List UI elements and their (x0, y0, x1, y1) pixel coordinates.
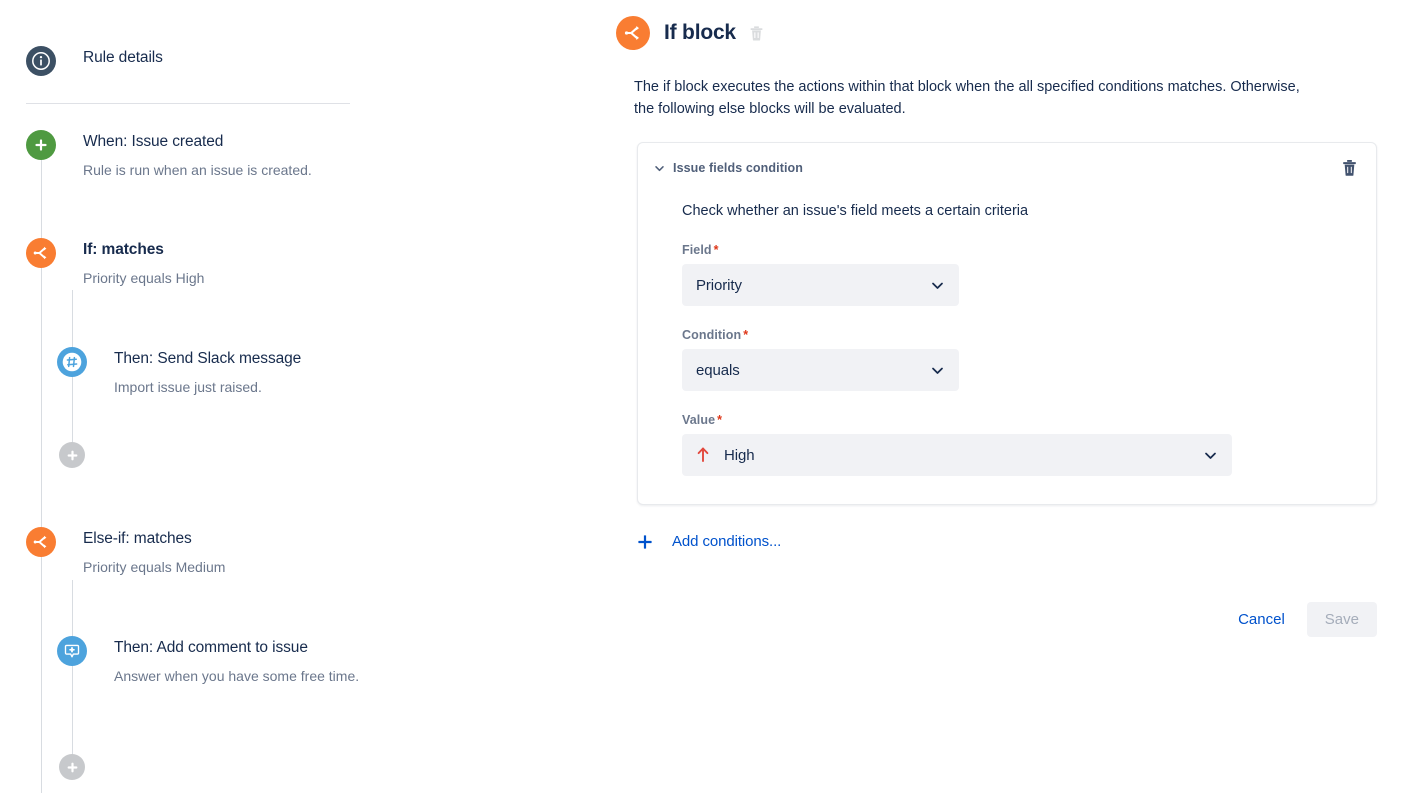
field-label-text: Field (682, 243, 712, 257)
tree-step-description: Answer when you have some free time. (114, 666, 359, 686)
add-conditions-button[interactable]: Add conditions... (637, 533, 781, 550)
plus-icon (637, 534, 653, 550)
tree-step-comment[interactable]: Then: Add comment to issue Answer when y… (57, 636, 359, 686)
cancel-button[interactable]: Cancel (1228, 603, 1295, 636)
tree-step-description: Priority equals High (83, 268, 204, 288)
tree-step-title: Then: Send Slack message (114, 349, 301, 369)
footer-actions: Cancel Save (1228, 602, 1377, 637)
add-step-button-2[interactable] (59, 754, 85, 780)
field-form-group: Field* Priority (682, 243, 1332, 306)
block-header: If block (616, 16, 765, 50)
branch-orange-icon (616, 16, 650, 50)
condition-card-label: Issue fields condition (673, 161, 803, 175)
tree-divider (26, 103, 350, 104)
field-select[interactable]: Priority (682, 264, 959, 306)
condition-label-text: Condition (682, 328, 741, 342)
rule-details-item[interactable]: Rule details (26, 46, 163, 76)
tree-step-if[interactable]: If: matches Priority equals High (26, 238, 204, 288)
chevron-down-icon (930, 363, 946, 378)
condition-card-body: Check whether an issue's field meets a c… (638, 201, 1376, 476)
required-asterisk: * (714, 243, 719, 257)
required-asterisk: * (717, 413, 722, 427)
branch-orange-icon (26, 238, 56, 268)
priority-high-arrow-icon (696, 447, 712, 463)
save-button[interactable]: Save (1307, 602, 1377, 637)
add-step-icon (59, 754, 85, 780)
condition-card-header: Issue fields condition (638, 157, 1376, 179)
tree-step-slack[interactable]: Then: Send Slack message Import issue ju… (57, 347, 301, 397)
value-label-text: Value (682, 413, 715, 427)
add-conditions-label: Add conditions... (672, 533, 781, 550)
condition-select[interactable]: equals (682, 349, 959, 391)
tree-step-description: Priority equals Medium (83, 557, 225, 577)
value-select-value: High (724, 447, 1203, 464)
branch-orange-icon (26, 527, 56, 557)
rule-details-label: Rule details (83, 49, 163, 66)
trash-icon[interactable] (1341, 159, 1358, 177)
add-step-icon (59, 442, 85, 468)
value-form-group: Value* High (682, 413, 1332, 476)
condition-select-value: equals (696, 362, 930, 379)
condition-form-group: Condition* equals (682, 328, 1332, 391)
trash-icon[interactable] (748, 25, 765, 42)
block-detail-panel: If block The if block executes the actio… (600, 0, 1415, 793)
add-step-button-1[interactable] (59, 442, 85, 468)
info-icon (26, 46, 56, 76)
value-label: Value* (682, 413, 1332, 427)
tree-step-description: Rule is run when an issue is created. (83, 160, 312, 180)
tree-step-title: Then: Add comment to issue (114, 638, 359, 658)
plus-circle-green-icon (26, 130, 56, 160)
page-title: If block (664, 21, 736, 45)
criteria-description: Check whether an issue's field meets a c… (682, 201, 1332, 221)
tree-step-description: Import issue just raised. (114, 377, 301, 397)
block-description: The if block executes the actions within… (634, 76, 1314, 120)
tree-step-else-if[interactable]: Else-if: matches Priority equals Medium (26, 527, 225, 577)
add-comment-icon (57, 636, 87, 666)
chevron-down-icon (930, 278, 946, 293)
tree-step-title: If: matches (83, 240, 204, 260)
tree-step-title: When: Issue created (83, 132, 312, 152)
chevron-down-icon[interactable] (652, 163, 666, 174)
condition-label: Condition* (682, 328, 1332, 342)
required-asterisk: * (743, 328, 748, 342)
rule-tree-panel: Rule details When: Issue created Rule is… (0, 0, 600, 793)
issue-fields-condition-card: Issue fields condition Check whether an … (637, 142, 1377, 505)
field-select-value: Priority (696, 277, 930, 294)
field-label: Field* (682, 243, 1332, 257)
chevron-down-icon (1203, 448, 1219, 463)
tree-step-when[interactable]: When: Issue created Rule is run when an … (26, 130, 312, 180)
slack-hash-icon (57, 347, 87, 377)
tree-step-title: Else-if: matches (83, 529, 225, 549)
value-select[interactable]: High (682, 434, 1232, 476)
